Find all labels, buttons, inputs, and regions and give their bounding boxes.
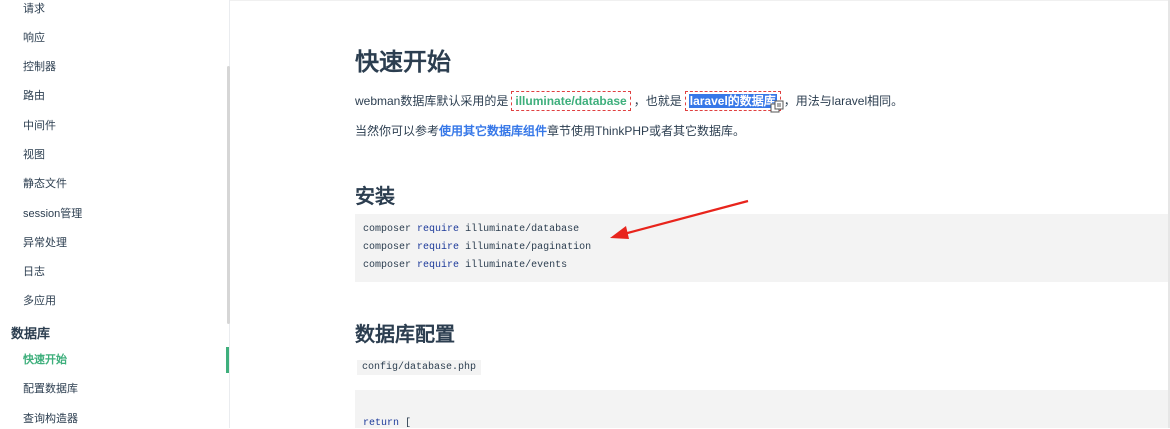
code-line: composer require illuminate/pagination [363,242,592,253]
intro-prefix: webman数据库默认采用的是 [355,94,509,108]
code-line: composer require illuminate/database [363,224,580,235]
highlight-box-2: laravel的数据库 [684,91,781,111]
sidebar-item-static-files[interactable]: 静态文件 [23,177,67,191]
link-other-db-components[interactable]: 使用其它数据库组件 [439,124,547,138]
code-line: composer require illuminate/events [363,260,568,271]
arrow-annotation [610,199,749,239]
config-code-block[interactable]: return [ [355,390,1170,429]
sidebar-item-request[interactable]: 请求 [23,2,45,16]
sidebar-item-multi-app[interactable]: 多应用 [23,294,56,308]
code-line: return [ [363,418,412,429]
intro2-suffix: 章节使用ThinkPHP或者其它数据库。 [547,124,746,138]
intro-paragraph: webman数据库默认采用的是 illuminate/database ，也就是 la… [355,91,903,111]
sidebar-item-middleware[interactable]: 中间件 [23,119,56,133]
sidebar-item-exception[interactable]: 异常处理 [23,236,67,250]
intro2-prefix: 当然你可以参考 [355,124,440,138]
page-title: 快速开始 [355,49,451,76]
install-code-block[interactable]: composer require illuminate/database com… [355,214,1170,282]
sidebar-scrollbar[interactable] [227,66,230,324]
config-file-path: config/database.php [357,360,482,375]
sidebar-item-quickstart[interactable]: 快速开始 [23,353,67,367]
active-indicator [226,347,229,373]
intro2-paragraph: 当然你可以参考使用其它数据库组件章节使用ThinkPHP或者其它数据库。 [355,122,745,140]
sidebar-item-session[interactable]: session管理 [23,207,82,221]
sidebar: 请求 响应 控制器 路由 中间件 视图 静态文件 session管理 异常处理 … [0,0,230,428]
sidebar-item-log[interactable]: 日志 [23,265,45,279]
section-title-install: 安装 [355,186,395,208]
intro-suffix: ，用法与laravel相同。 [783,94,904,108]
sidebar-item-response[interactable]: 响应 [23,31,45,45]
sidebar-item-config-db[interactable]: 配置数据库 [23,382,78,396]
link-laravel-database[interactable]: laravel的数据库 [688,94,777,108]
sidebar-item-query-builder[interactable]: 查询构造器 [23,412,78,426]
sidebar-item-route[interactable]: 路由 [23,89,45,103]
highlight-box-1: illuminate/database [511,91,631,111]
copy-icon[interactable] [770,100,784,114]
sidebar-item-controller[interactable]: 控制器 [23,60,56,74]
link-illuminate-database[interactable]: illuminate/database [515,94,626,108]
intro-middle: ，也就是 [633,94,682,108]
section-title-db-config: 数据库配置 [355,324,455,346]
sidebar-group-database[interactable]: 数据库 [11,323,50,342]
sidebar-item-view[interactable]: 视图 [23,148,45,162]
top-divider [230,0,1170,1]
